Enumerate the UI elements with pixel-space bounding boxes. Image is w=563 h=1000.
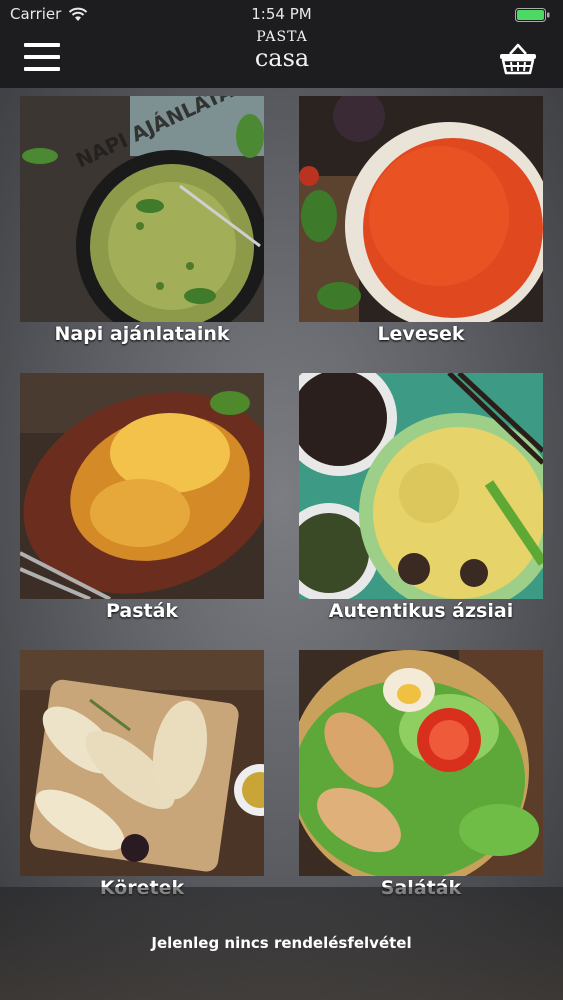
pasta-image xyxy=(20,373,264,599)
salad-image xyxy=(299,650,543,876)
logo-line1: PASTA xyxy=(256,29,308,45)
category-tile-koretek[interactable]: Köretek xyxy=(20,650,264,900)
category-tile-autentikus-azsiai[interactable]: Autentikus ázsiai xyxy=(299,373,543,623)
soup-image xyxy=(299,96,543,322)
side-dishes-image xyxy=(20,650,264,876)
shopping-basket-icon[interactable] xyxy=(498,42,538,76)
category-label: Pasták xyxy=(105,600,179,622)
category-label: Levesek xyxy=(377,323,465,345)
pasta-casa-logo: PASTA casa xyxy=(250,27,314,87)
category-tile-levesek[interactable]: Levesek xyxy=(299,96,543,346)
asian-food-image xyxy=(299,373,543,599)
category-tile-napi-ajanlataink[interactable]: NAPI AJÁNLATAINK Napi ajánlataink xyxy=(20,96,264,346)
ordering-closed-banner: Jelenleg nincs rendelésfelvétel xyxy=(0,887,563,1000)
banner-text: Jelenleg nincs rendelésfelvétel xyxy=(151,934,412,952)
status-bar: Carrier 1:54 PM xyxy=(0,0,563,30)
category-label: Napi ajánlataink xyxy=(54,323,230,345)
menu-icon[interactable] xyxy=(24,43,60,75)
category-tile-pastak[interactable]: Pasták xyxy=(20,373,264,623)
battery-icon xyxy=(515,8,550,22)
clock: 1:54 PM xyxy=(251,5,312,23)
category-label: Autentikus ázsiai xyxy=(328,600,514,622)
category-grid: NAPI AJÁNLATAINK Napi ajánlataink xyxy=(0,88,563,1000)
logo-line2: casa xyxy=(254,44,310,72)
nav-bar: PASTA casa xyxy=(0,27,563,88)
category-tile-salatak[interactable]: Saláták xyxy=(299,650,543,900)
daily-offers-image: NAPI AJÁNLATAINK xyxy=(20,96,264,322)
